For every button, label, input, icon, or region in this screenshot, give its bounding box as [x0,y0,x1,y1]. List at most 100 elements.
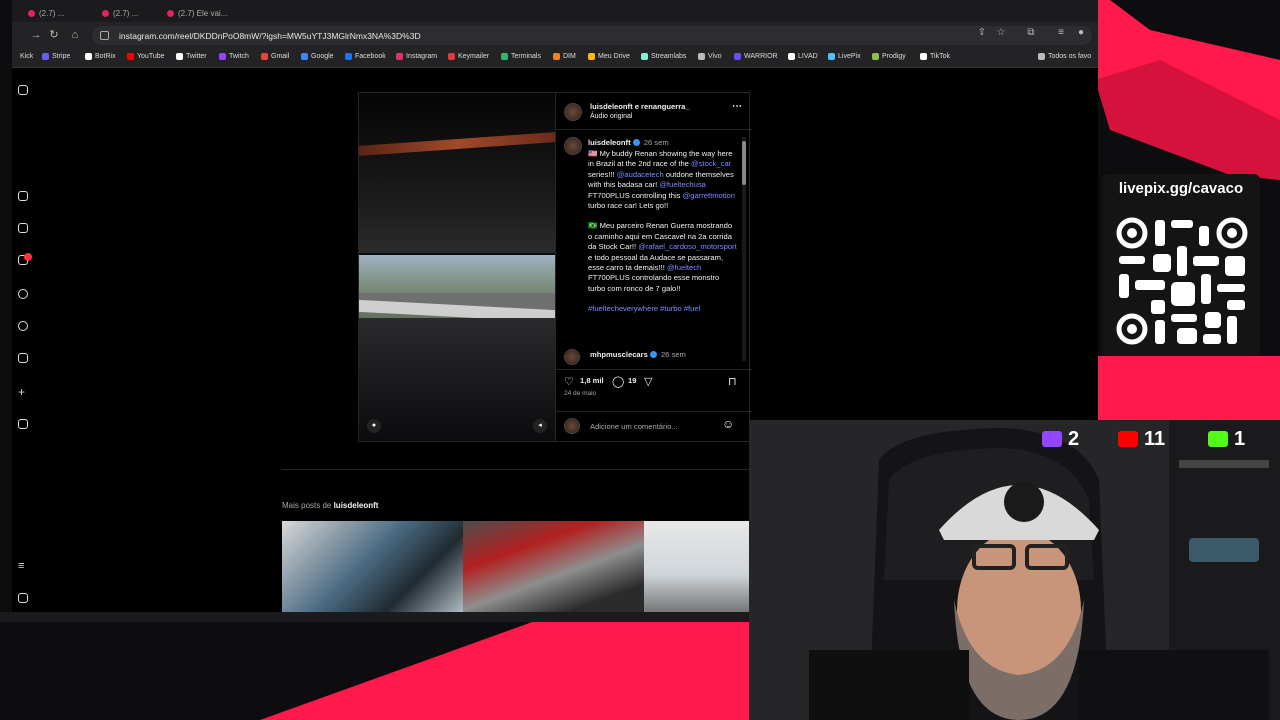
save-bookmark-icon[interactable]: ⊓ [728,375,737,388]
bookmark-botrix[interactable]: BotRix [85,53,116,60]
notifications-heart-icon[interactable] [18,353,28,363]
reload-icon[interactable]: ↻ [46,27,62,43]
browser-tab[interactable]: (2.7) Ele vai... [167,6,227,20]
bookmark-livad[interactable]: LIVAD [788,53,818,60]
streamlabs-icon [641,53,648,60]
gmail-icon [261,53,268,60]
mention-link[interactable]: @fueltech [667,263,701,272]
post-thumbnail[interactable] [282,521,463,612]
explore-icon[interactable] [18,321,28,331]
bookmark-vivo[interactable]: Vivo [698,53,722,60]
scrollbar-thumb[interactable] [742,141,746,185]
comment-avatar[interactable] [564,349,580,365]
profile-icon[interactable]: ● [1074,26,1088,40]
create-plus-icon[interactable]: + [18,386,28,398]
mention-link[interactable]: @stock_car [691,159,731,168]
bookmark-keymailer[interactable]: Keymailer [448,53,489,60]
mention-link[interactable]: @rafael_cardoso_motorsport [638,242,736,251]
meta-icon[interactable] [18,593,28,603]
site-info-icon[interactable] [100,31,109,40]
bookmark-star-icon[interactable]: ☆ [994,26,1008,40]
instagram-logo-icon[interactable] [18,85,28,95]
install-app-icon[interactable]: ⇪ [975,26,989,40]
browser-tab[interactable]: (2.7) ... [28,6,64,20]
post-actions: ♡ 1,8 mil ◯ 19 ▽ ⊓ [556,369,752,389]
tagged-user-icon[interactable]: ● [367,419,381,433]
extensions-icon[interactable]: ⧉ [1024,26,1038,40]
header-audio[interactable]: Áudio original [590,112,632,122]
home-icon[interactable]: ⌂ [67,27,83,43]
bookmark-gmail[interactable]: Gmail [261,53,289,60]
caption-en: 🇺🇸 My buddy Renan showing the way here i… [588,149,735,211]
bookmark-facebook[interactable]: Facebook [345,53,386,60]
notification-badge [24,253,32,261]
tab-search-icon[interactable]: ≡ [1054,26,1068,40]
like-heart-icon[interactable]: ♡ [564,375,574,388]
tab-favicon-icon [28,9,35,17]
folder-icon [1038,53,1045,60]
reels-nav-icon[interactable] [18,223,28,233]
back-icon[interactable]: → [28,27,44,43]
volume-icon[interactable]: ◂ [533,419,547,433]
bookmark-prodigy[interactable]: Prodigy [872,53,906,60]
reel-video[interactable]: ● ◂ [359,93,555,441]
prodigy-icon [872,53,879,60]
browser-tab[interactable]: (2.7) ... [102,6,138,20]
home-nav-icon[interactable] [18,191,28,201]
header-avatar[interactable] [564,103,582,121]
bookmark-twitch[interactable]: Twitch [219,53,249,60]
bookmark-instagram[interactable]: Instagram [396,53,437,60]
comment-icon[interactable]: ◯ [612,375,624,388]
section-divider [282,469,750,470]
search-icon[interactable] [18,289,28,299]
mention-link[interactable]: @fueltechusa [659,180,706,189]
bookmark-google[interactable]: Google [301,53,334,60]
likes-count[interactable]: 1,8 mil [580,376,604,386]
tab-favicon-icon [102,9,109,17]
livepix-icon [828,53,835,60]
qr-code [1115,216,1249,348]
more-posts-heading: Mais posts de luisdeleonft [282,501,379,510]
warrior-icon [734,53,741,60]
tab-favicon-icon [167,9,174,17]
bookmark-tiktok[interactable]: TikTok [920,53,950,60]
dim-icon [553,53,560,60]
reel-post: ● ◂ luisdeleonft e renanguerra_ Áudio or… [358,92,752,442]
post-thumbnail[interactable] [644,521,750,612]
bookmarks-folder[interactable]: Todos os favo [1038,53,1091,60]
bookmark-warrior[interactable]: WARRIOR [734,53,778,60]
menu-icon[interactable]: ≡ [18,561,28,572]
bookmark-kick[interactable]: Kick [20,53,33,60]
bookmark-meu-drive[interactable]: Meu Drive [588,53,630,60]
twitter-icon [176,53,183,60]
instagram-icon [396,53,403,60]
mention-link[interactable]: @audacetech [617,170,664,179]
profile-nav-icon[interactable] [18,419,28,429]
mention-link[interactable]: @garrettmotion [683,191,735,200]
author-username[interactable]: luisdeleonft [588,138,631,147]
bookmark-twitter[interactable]: Twitter [176,53,207,60]
bookmark-streamlabs[interactable]: Streamlabs [641,53,686,60]
viewer-avatar [564,418,580,434]
bookmark-dim[interactable]: DIM [553,53,576,60]
share-icon[interactable]: ▽ [644,375,652,388]
caption-scrollbar[interactable] [742,137,746,361]
twitch-icon [1042,431,1062,447]
hashtags[interactable]: #fueltecheverywhere #turbo #fuel [588,304,738,314]
header-username[interactable]: luisdeleonft e renanguerra_ [590,102,690,112]
browser-toolbar: → ↻ ⌂ instagram.com/reel/DKDDnPoO8mW/?ig… [12,22,1098,48]
comment-input[interactable]: Adicione um comentário... [590,422,678,432]
bookmark-stripe[interactable]: Stripe [42,53,70,60]
overlay-right-band [1095,356,1280,422]
bookmark-youtube[interactable]: YouTube [127,53,165,60]
more-options-icon[interactable]: ⋯ [732,101,742,112]
post-thumbnail[interactable] [463,521,644,612]
keymailer-icon [448,53,455,60]
bookmark-terminals[interactable]: Terminals [501,53,541,60]
comment-username[interactable]: mhpmusclecars [590,350,648,359]
bookmark-livepix[interactable]: LivePix [828,53,861,60]
more-posts-user[interactable]: luisdeleonft [334,501,379,510]
address-bar[interactable]: instagram.com/reel/DKDDnPoO8mW/?igsh=MW5… [92,26,1092,45]
emoji-icon[interactable]: ☺ [722,418,734,430]
author-avatar[interactable] [564,137,582,155]
